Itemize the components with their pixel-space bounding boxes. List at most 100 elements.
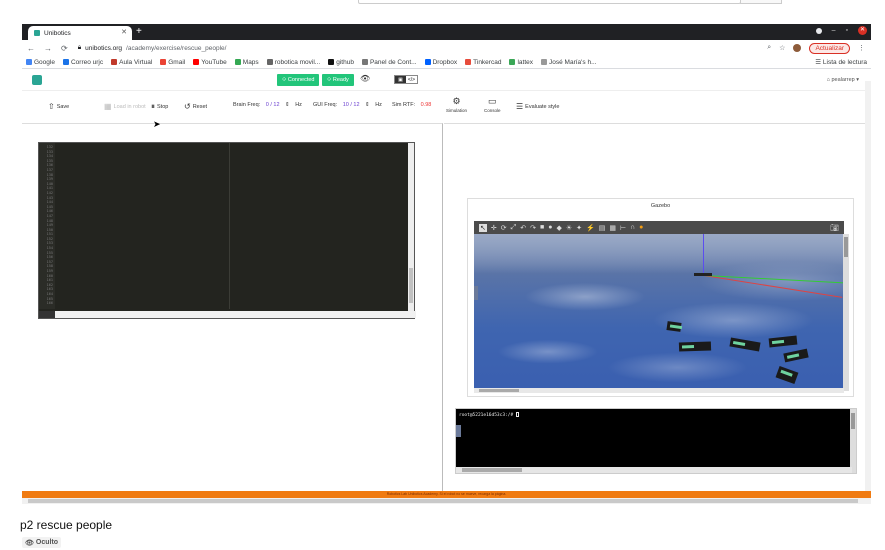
reload-icon[interactable]: ⟳ bbox=[61, 44, 68, 53]
bookmark-item[interactable]: github bbox=[328, 59, 354, 66]
profile-avatar[interactable] bbox=[793, 44, 802, 52]
page-vertical-scrollbar[interactable] bbox=[865, 81, 871, 491]
gazebo-hscroll-thumb[interactable] bbox=[479, 389, 519, 392]
drone-model[interactable] bbox=[694, 273, 712, 276]
gazebo-tool-button[interactable]: ☀ bbox=[566, 224, 572, 232]
page-horizontal-scrollbar[interactable] bbox=[22, 498, 871, 504]
gazebo-vertical-scrollbar[interactable] bbox=[843, 234, 849, 391]
gazebo-scroll-thumb[interactable] bbox=[844, 237, 848, 257]
restore-button[interactable]: ▫ bbox=[846, 27, 848, 34]
gazebo-side-handle[interactable] bbox=[474, 286, 478, 300]
gazebo-tool-button[interactable]: ● bbox=[548, 224, 552, 231]
search-bar[interactable] bbox=[358, 0, 741, 4]
gazebo-tool-button[interactable]: ✛ bbox=[491, 224, 497, 232]
terminal-hscroll-thumb[interactable] bbox=[462, 468, 522, 472]
bookmarks-bar: Google Correo urjc Aula Virtual Gmail YouTub… bbox=[22, 56, 871, 69]
gazebo-tool-button[interactable]: ■ bbox=[540, 224, 544, 231]
ready-button[interactable]: ⟐ Ready bbox=[322, 74, 354, 86]
reset-button[interactable]: ↺ Reset bbox=[184, 102, 207, 111]
connected-button[interactable]: ⟐ Connected bbox=[277, 74, 320, 86]
gazebo-3d-view[interactable] bbox=[474, 234, 844, 391]
camera-icon[interactable]: 📷︎ bbox=[830, 224, 839, 232]
stop-button[interactable]: ⏸︎ Stop bbox=[151, 102, 168, 112]
editor-horizontal-scrollbar[interactable] bbox=[39, 311, 416, 318]
person-model[interactable] bbox=[768, 335, 798, 348]
bookmark-favicon-icon bbox=[328, 59, 335, 65]
gazebo-tool-button[interactable]: ⊢ bbox=[620, 224, 626, 232]
eye-icon[interactable]: 👁︎ bbox=[360, 74, 370, 83]
person-model[interactable] bbox=[666, 321, 682, 332]
bookmark-item[interactable]: Panel de Cont... bbox=[361, 59, 417, 66]
star-icon[interactable]: ☆ bbox=[779, 44, 785, 52]
gui-freq-value[interactable]: 10 / 12 bbox=[343, 102, 360, 108]
gazebo-tool-button[interactable]: ∩ bbox=[630, 224, 635, 231]
user-dropdown[interactable]: ⌂ pealarrep ▾ bbox=[827, 77, 859, 83]
terminal-horizontal-scrollbar[interactable] bbox=[456, 467, 852, 473]
person-model[interactable] bbox=[729, 337, 761, 352]
code-editor[interactable]: 132 133 134 135 136 137 138 139 140 141 142 143 144 1… bbox=[38, 142, 416, 319]
gazebo-tool-button[interactable]: ✦ bbox=[576, 224, 582, 232]
bookmark-item[interactable]: Correo urjc bbox=[62, 59, 103, 66]
page-hscroll-thumb[interactable] bbox=[28, 499, 858, 503]
brain-freq-stepper[interactable]: ⇕ bbox=[285, 102, 290, 108]
menu-icon[interactable]: ⋮ bbox=[858, 44, 865, 52]
url-field[interactable]: 🔒︎ unibotics.org/academy/exercise/rescue… bbox=[78, 44, 227, 52]
gazebo-tool-button[interactable]: ▦ bbox=[609, 224, 616, 232]
minimize-button[interactable]: – bbox=[832, 27, 836, 34]
gui-freq-stepper[interactable]: ⇕ bbox=[365, 102, 370, 108]
load-in-robot-button[interactable]: ▦ Load in robot bbox=[104, 102, 146, 111]
visibility-badge[interactable]: 👁︎ Oculto bbox=[22, 537, 62, 548]
brain-freq-value[interactable]: 0 / 12 bbox=[266, 102, 280, 108]
bookmark-item[interactable]: Google bbox=[26, 59, 55, 66]
terminal-console[interactable]: root@5221e16d53c3:/# bbox=[455, 408, 857, 474]
bookmark-item[interactable]: Dropbox bbox=[424, 59, 457, 66]
stop-label: Stop bbox=[157, 104, 169, 110]
editor-scroll-thumb[interactable] bbox=[409, 268, 413, 303]
bookmark-item[interactable]: Aula Virtual bbox=[111, 59, 152, 66]
view-toggle[interactable]: ▣ </> bbox=[394, 75, 418, 84]
simulation-button[interactable]: ⚙ Simulation bbox=[446, 96, 467, 113]
bookmark-item[interactable]: Tinkercad bbox=[465, 59, 501, 66]
search-button[interactable] bbox=[740, 0, 782, 4]
person-model[interactable] bbox=[775, 365, 799, 385]
bookmark-item[interactable]: YouTube bbox=[193, 59, 227, 66]
evaluate-style-button[interactable]: ☰ Evaluate style bbox=[516, 102, 559, 111]
close-tab-icon[interactable]: ✕ bbox=[121, 28, 127, 36]
view-toggle-right[interactable]: </> bbox=[406, 76, 417, 83]
bookmark-item[interactable]: robotica movil... bbox=[266, 59, 320, 66]
bookmark-item[interactable]: Maps bbox=[234, 59, 259, 66]
close-window-button[interactable]: ✕ bbox=[858, 26, 867, 35]
bookmark-item[interactable]: Gmail bbox=[160, 59, 185, 66]
browser-tab[interactable]: Unibotics ✕ bbox=[28, 26, 132, 40]
terminal-scroll-thumb[interactable] bbox=[851, 413, 855, 429]
zoom-icon[interactable]: ⌕ bbox=[767, 44, 771, 52]
save-button[interactable]: ⇧ Save bbox=[48, 102, 69, 111]
person-model[interactable] bbox=[678, 341, 712, 352]
url-host: unibotics.org bbox=[85, 44, 123, 52]
gazebo-tool-button[interactable]: ● bbox=[639, 224, 643, 231]
gazebo-horizontal-scrollbar[interactable] bbox=[474, 388, 844, 393]
gazebo-tool-button[interactable]: ⟳ bbox=[501, 224, 507, 232]
gazebo-tool-button[interactable]: ⤢ bbox=[511, 224, 517, 232]
bookmark-item[interactable]: lattex bbox=[509, 59, 533, 66]
terminal-side-handle[interactable] bbox=[456, 425, 461, 437]
reading-list-button[interactable]: ☰ Lista de lectura bbox=[815, 58, 867, 66]
editor-vertical-scrollbar[interactable] bbox=[408, 143, 414, 313]
view-toggle-left[interactable]: ▣ bbox=[395, 76, 406, 83]
person-model[interactable] bbox=[783, 348, 809, 363]
gazebo-tool-button[interactable]: ◆ bbox=[556, 224, 561, 232]
terminal-vertical-scrollbar[interactable] bbox=[850, 409, 856, 473]
gazebo-tool-button[interactable]: ↖ bbox=[479, 223, 487, 232]
console-button[interactable]: ▭ Console bbox=[484, 96, 501, 113]
new-tab-button[interactable]: + bbox=[136, 26, 142, 38]
forward-icon[interactable]: → bbox=[44, 44, 52, 53]
record-icon[interactable] bbox=[815, 27, 822, 34]
bookmark-item[interactable]: José María's h... bbox=[541, 59, 596, 66]
gazebo-tool-button[interactable]: ↷ bbox=[530, 224, 536, 232]
back-icon[interactable]: ← bbox=[27, 44, 35, 53]
gazebo-tool-button[interactable]: ⚡ bbox=[586, 224, 595, 232]
update-button[interactable]: Actualizar bbox=[809, 42, 850, 54]
gazebo-tool-button[interactable]: ▤ bbox=[599, 224, 606, 232]
unibotics-logo[interactable] bbox=[32, 75, 42, 85]
gazebo-tool-button[interactable]: ↶ bbox=[520, 224, 526, 232]
